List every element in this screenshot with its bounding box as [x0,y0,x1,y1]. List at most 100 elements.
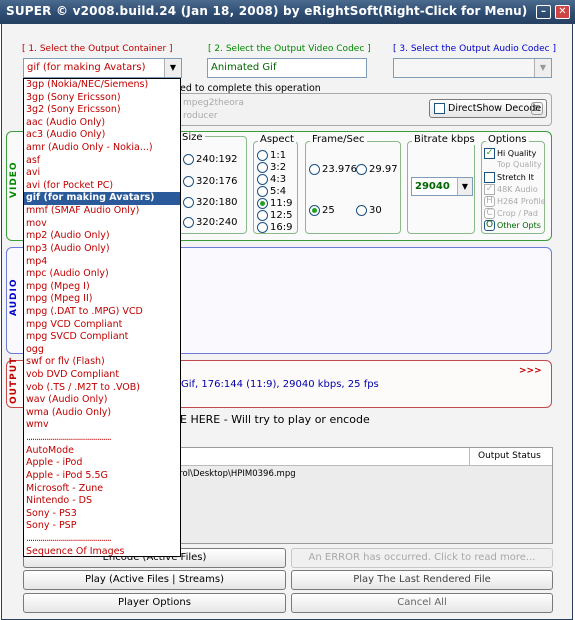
dropdown-option[interactable]: mov [24,218,180,231]
fps-option-25[interactable]: 25 [309,205,335,217]
dropdown-option[interactable]: amr (Audio Only - Nokia...) [24,142,180,155]
dropdown-option[interactable]: Apple - iPod [24,457,180,470]
dropdown-option[interactable]: ac3 (Audio Only) [24,129,180,142]
dropdown-option[interactable]: ogg [24,344,180,357]
dropdown-option[interactable]: mp2 (Audio Only) [24,230,180,243]
file-row-path[interactable]: arol\Desktop\HPIM0396.mpg [174,469,296,479]
fps-group: Frame/Sec 23.976 29.97 25 30 [305,134,401,234]
dropdown-option[interactable]: wav (Audio Only) [24,394,180,407]
info-panel: mpeg2theora roducer DirectShow Decode D [172,93,552,126]
radio-icon[interactable] [257,174,268,185]
dropdown-option[interactable]: mpc (Audio Only) [24,268,180,281]
fps-option-2997[interactable]: 29.97 [356,164,398,176]
dropdown-option[interactable]: mpg (.DAT to .MPG) VCD [24,306,180,319]
dropdown-option[interactable]: gif (for making Avatars) [24,192,180,206]
container-select[interactable]: gif (for making Avatars) ▼ [23,58,182,78]
cancel-all-button[interactable]: Cancel All [291,593,553,613]
dropdown-option[interactable]: mp3 (Audio Only) [24,243,180,256]
audio-codec-select[interactable]: ▼ [393,58,552,78]
other-opts-button[interactable]: O Other Opts [484,220,541,231]
dropdown-option[interactable]: 3gp (Nokia/NEC/Siemens) [24,79,180,92]
minimize-button[interactable]: – [536,5,551,19]
dropdown-option[interactable]: 3g2 (Sony Ericsson) [24,104,180,117]
radio-icon[interactable] [183,217,194,228]
directshow-checkbox[interactable] [434,103,445,114]
output-arrows[interactable]: >>> [519,366,542,376]
dropdown-option[interactable]: vob (.TS / .M2T to .VOB) [24,382,180,395]
video-side-label: VIDEO [9,161,19,198]
bitrate-select[interactable]: 29040 ▼ [411,177,473,196]
fps-option-30[interactable]: 30 [356,205,382,217]
dropdown-option[interactable]: Sony - PSP [24,520,180,533]
radio-icon[interactable] [257,210,268,221]
dropdown-option[interactable]: wmv [24,419,180,432]
size-option-240-192[interactable]: 240:192 [183,154,238,166]
radio-icon[interactable] [183,197,194,208]
dropdown-option[interactable]: wma (Audio Only) [24,407,180,420]
container-dropdown-list[interactable]: 3gp (Nokia/NEC/Siemens) 3gp (Sony Ericsso… [23,78,181,557]
aspect-option-5-4[interactable]: 5:4 [257,186,286,198]
radio-icon[interactable] [309,164,320,175]
dropdown-option[interactable]: avi [24,167,180,180]
player-options-button[interactable]: Player Options [23,593,286,613]
aspect-option-16-9[interactable]: 16:9 [257,222,292,234]
dropdown-option[interactable]: vob DVD Compliant [24,369,180,382]
dropdown-option[interactable]: swf or flv (Flash) [24,356,180,369]
dropdown-option[interactable]: mpg (Mpeg II) [24,293,180,306]
size-option-320-240[interactable]: 320:240 [183,217,238,229]
crop-pad-option: C Crop / Pad [484,208,538,219]
chevron-down-icon[interactable]: ▼ [164,59,181,77]
close-button[interactable]: ✕ [555,5,570,19]
directshow-decode-button[interactable]: DirectShow Decode D [429,99,547,118]
aspect-option-11-9[interactable]: 11:9 [257,198,292,210]
video-codec-select[interactable]: Animated Gif [207,58,367,78]
aspect-option-3-2[interactable]: 3:2 [257,162,286,174]
directshow-key-icon: D [531,102,543,115]
error-message-button[interactable]: An ERROR has occurred. Click to read mor… [291,548,553,568]
chevron-down-icon[interactable]: ▼ [534,59,551,77]
stretch-it-option[interactable]: Stretch It [484,172,534,183]
dropdown-option[interactable]: mp4 [24,256,180,269]
dropdown-option[interactable]: mpg VCD Compliant [24,319,180,332]
radio-icon[interactable] [257,162,268,173]
radio-selected-icon[interactable] [309,205,320,216]
dropdown-option[interactable]: avi (for Pocket PC) [24,180,180,193]
dropdown-option[interactable]: Microsoft - Zune [24,483,180,496]
hi-quality-option[interactable]: ✓ Hi Quality [484,148,536,159]
top-quality-option: Top Quality [497,160,542,169]
checkmark-icon: ✓ [484,184,495,195]
play-active-files-button[interactable]: Play (Active Files | Streams) [23,570,286,590]
radio-icon[interactable] [183,154,194,165]
aspect-option-1-1[interactable]: 1:1 [257,150,286,162]
dropdown-option[interactable]: Sequence Of Images [24,546,180,556]
dropdown-option[interactable]: mpg SVCD Compliant [24,331,180,344]
output-status-column[interactable]: Output Status [469,448,552,465]
radio-icon[interactable] [356,205,367,216]
dropdown-option[interactable]: mmf (SMAF Audio Only) [24,205,180,218]
dropdown-option[interactable]: aac (Audio Only) [24,117,180,130]
dropdown-option[interactable]: Sony - PS3 [24,508,180,521]
radio-icon[interactable] [257,150,268,161]
fps-option-23976[interactable]: 23.976 [309,164,357,176]
dropdown-option[interactable]: mpg (Mpeg I) [24,281,180,294]
radio-icon[interactable] [257,222,268,233]
dropdown-option[interactable]: AutoMode [24,445,180,458]
radio-icon[interactable] [356,164,367,175]
chevron-down-icon[interactable]: ▼ [457,178,472,195]
radio-selected-icon[interactable] [257,198,268,209]
checkmark-icon[interactable]: ✓ [484,148,495,159]
dropdown-option[interactable]: Nintendo - DS [24,495,180,508]
dropdown-option[interactable]: Apple - iPod 5.5G [24,470,180,483]
aspect-option-4-3[interactable]: 4:3 [257,174,286,186]
radio-icon[interactable] [257,186,268,197]
size-option-320-180[interactable]: 320:180 [183,197,238,209]
video-codec-header: [ 2. Select the Output Video Codec ] [208,44,371,54]
dropdown-option[interactable]: asf [24,155,180,168]
play-last-rendered-button[interactable]: Play The Last Rendered File [291,570,553,590]
size-option-320-176[interactable]: 320:176 [183,176,238,188]
aspect-option-12-5[interactable]: 12:5 [257,210,292,222]
checkbox-icon[interactable] [484,172,495,183]
radio-icon[interactable] [183,176,194,187]
dropdown-option[interactable]: 3gp (Sony Ericsson) [24,92,180,105]
title-bar[interactable]: SUPER © v2008.build.24 (Jan 18, 2008) by… [0,0,575,24]
